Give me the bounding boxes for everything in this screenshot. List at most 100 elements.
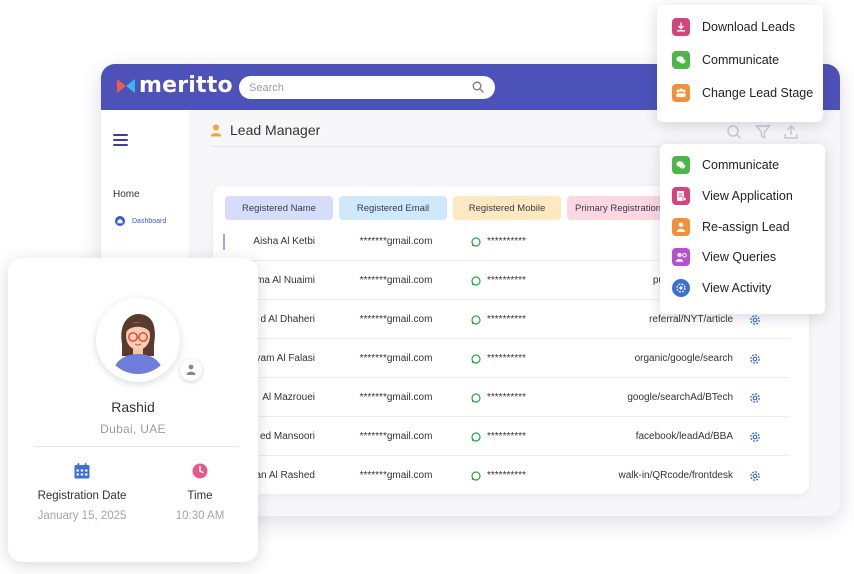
row-settings[interactable]	[748, 339, 764, 378]
column-header-label: Primary Registration	[575, 202, 662, 214]
lead-mobile: **********	[471, 339, 581, 378]
user-icon	[186, 364, 196, 375]
lead-email: *******gmail.com	[359, 470, 433, 481]
menu-item-reassign-lead[interactable]: Re-assign Lead	[672, 218, 790, 236]
brand-logo[interactable]: meritto	[117, 73, 233, 98]
whatsapp-icon[interactable]	[471, 431, 481, 442]
time-value: 10:30 AM	[175, 510, 225, 522]
column-header-name[interactable]: Registered Name	[225, 196, 333, 220]
registration-date-block: Registration Date January 15, 2025	[22, 462, 142, 522]
lead-mobile: **********	[471, 417, 581, 456]
search-icon[interactable]	[472, 81, 484, 93]
reassign-icon	[672, 218, 690, 236]
user-icon	[210, 124, 222, 136]
lead-profile-card: Rashid Dubai, UAE Registration Date Janu…	[8, 258, 258, 562]
mobile-value: **********	[487, 236, 526, 247]
application-icon	[672, 187, 690, 205]
menu-item-label: Communicate	[702, 158, 780, 172]
registration-date-label: Registration Date	[37, 490, 127, 502]
search-input[interactable]	[239, 76, 495, 99]
column-header-primary-registration[interactable]: Primary Registration	[567, 196, 671, 220]
gear-icon[interactable]	[748, 430, 762, 444]
row-settings[interactable]	[748, 378, 764, 417]
registration-time-block: Time 10:30 AM	[140, 462, 260, 522]
chat-icon	[672, 156, 690, 174]
queries-icon	[672, 248, 690, 266]
column-header-email[interactable]: Registered Email	[339, 196, 447, 220]
menu-item-change-lead-stage[interactable]: Change Lead Stage	[672, 84, 813, 102]
row-settings[interactable]	[748, 417, 764, 456]
column-header-mobile[interactable]: Registered Mobile	[453, 196, 561, 220]
table-row[interactable]: ed Mansoori *******gmail.com ********** …	[213, 417, 809, 456]
stage-icon	[672, 84, 690, 102]
menu-item-label: Re-assign Lead	[702, 220, 790, 234]
menu-item-view-application[interactable]: View Application	[672, 187, 793, 205]
home-icon	[115, 216, 125, 226]
column-header-label: Registered Name	[242, 202, 316, 214]
lead-mobile: **********	[471, 300, 581, 339]
table-row[interactable]: Al Mazrouei *******gmail.com ********** …	[213, 378, 809, 417]
mobile-value: **********	[487, 275, 526, 286]
menu-item-communicate[interactable]: Communicate	[672, 156, 779, 174]
column-header-label: Registered Email	[356, 202, 430, 214]
upload-icon[interactable]	[783, 124, 799, 140]
activity-icon	[672, 279, 690, 297]
lead-location: Dubai, UAE	[100, 422, 166, 436]
row-actions-menu: Communicate View Application Re-assign L…	[660, 144, 825, 314]
mobile-value: **********	[487, 392, 526, 403]
menu-item-label: View Activity	[702, 281, 772, 295]
time-label: Time	[187, 490, 213, 502]
registration-date-value: January 15, 2025	[37, 510, 127, 522]
filter-icon[interactable]	[755, 124, 771, 140]
search-icon[interactable]	[726, 124, 742, 140]
sidebar-item-dashboard[interactable]: Dashboard	[115, 216, 166, 226]
page-title: Lead Manager	[210, 122, 320, 138]
lead-mobile: **********	[471, 456, 581, 495]
lead-email: *******gmail.com	[359, 392, 433, 403]
lead-name[interactable]: Aisha Al Ketbi	[221, 222, 333, 261]
download-icon	[672, 18, 690, 36]
hamburger-menu-icon[interactable]	[113, 134, 128, 149]
lead-email: *******gmail.com	[359, 314, 433, 325]
bulk-actions-menu: Download Leads Communicate Change Lead S…	[657, 5, 823, 122]
whatsapp-icon[interactable]	[471, 470, 481, 481]
mobile-value: **********	[487, 314, 526, 325]
brand-name: meritto	[139, 73, 233, 98]
mobile-value: **********	[487, 470, 526, 481]
menu-item-label: View Application	[702, 189, 793, 203]
whatsapp-icon[interactable]	[471, 275, 481, 286]
lead-email: *******gmail.com	[359, 431, 433, 442]
lead-mobile: **********	[471, 378, 581, 417]
gear-icon[interactable]	[748, 313, 762, 327]
gear-icon[interactable]	[748, 352, 762, 366]
gear-icon[interactable]	[748, 391, 762, 405]
sidebar-item-home[interactable]: Home	[113, 189, 140, 200]
lead-name: Rashid	[111, 399, 155, 415]
mobile-value: **********	[487, 353, 526, 364]
avatar[interactable]	[96, 298, 180, 382]
menu-item-download-leads[interactable]: Download Leads	[672, 18, 795, 36]
lead-mobile: **********	[471, 222, 581, 261]
sidebar-item-label: Dashboard	[132, 217, 167, 225]
chat-icon	[672, 51, 690, 69]
menu-item-communicate[interactable]: Communicate	[672, 51, 779, 69]
divider	[34, 446, 238, 447]
table-row[interactable]: yam Al Falasi *******gmail.com *********…	[213, 339, 809, 378]
menu-item-view-queries[interactable]: View Queries	[672, 248, 776, 266]
whatsapp-icon[interactable]	[471, 392, 481, 403]
page-title-text: Lead Manager	[230, 122, 321, 138]
lead-email: *******gmail.com	[359, 353, 433, 364]
menu-item-label: Download Leads	[702, 20, 796, 34]
avatar-badge	[180, 359, 202, 381]
whatsapp-icon[interactable]	[471, 236, 481, 247]
avatar-icon	[104, 306, 172, 374]
row-settings[interactable]	[748, 456, 764, 495]
gear-icon[interactable]	[748, 469, 762, 483]
whatsapp-icon[interactable]	[471, 314, 481, 325]
menu-item-label: View Queries	[702, 250, 777, 264]
menu-item-view-activity[interactable]: View Activity	[672, 279, 771, 297]
whatsapp-icon[interactable]	[471, 353, 481, 364]
table-row[interactable]: an Al Rashed *******gmail.com **********…	[213, 456, 809, 495]
menu-item-label: Communicate	[702, 53, 780, 67]
column-header-label: Registered Mobile	[468, 202, 546, 214]
